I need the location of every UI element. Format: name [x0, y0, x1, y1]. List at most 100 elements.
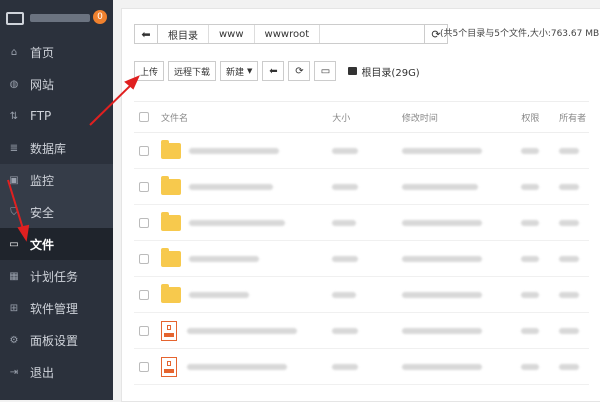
table-row[interactable] [134, 205, 589, 241]
owner-cell [559, 327, 589, 334]
sidebar-item-label: 面板设置 [30, 333, 79, 348]
table-row[interactable] [134, 241, 589, 277]
path-bar: ⬅ 根目录 www wwwroot ⟳ [134, 24, 448, 44]
shield-icon: ⛉ [10, 206, 18, 218]
time-cell [401, 363, 521, 370]
sidebar-item-label: 网站 [30, 77, 55, 92]
time-cell [401, 255, 521, 262]
table-row[interactable] [134, 169, 589, 205]
column-size[interactable]: 大小 [332, 111, 402, 124]
file-table: 文件名 大小 修改时间 权限 所有者 [134, 101, 589, 385]
directory-summary: (共5个目录与5个文件,大小:763.67 MB 获取) [440, 26, 600, 39]
sidebar-item-database[interactable]: ≣ 数据库 [0, 132, 113, 164]
chevron-down-icon: ▼ [247, 67, 253, 75]
file-name-cell[interactable] [160, 211, 332, 231]
disk-root-info[interactable]: 根目录(29G) [348, 64, 420, 79]
breadcrumb-www[interactable]: www [209, 25, 255, 43]
terminal-button[interactable]: ▭ [314, 61, 337, 81]
file-name-cell[interactable] [160, 320, 332, 341]
row-checkbox[interactable] [139, 217, 149, 228]
row-checkbox[interactable] [139, 253, 149, 264]
column-name[interactable]: 文件名 [161, 111, 332, 124]
sidebar-item-files[interactable]: ▭ 文件 [0, 228, 113, 260]
blurred-text [559, 219, 580, 226]
back-arrow-icon[interactable]: ⬅ [135, 25, 158, 43]
column-permission: 权限 [521, 113, 540, 124]
file-name-cell[interactable] [160, 356, 332, 377]
file-manager-panel: ⬅ 根目录 www wwwroot ⟳ (共5个目录与5个文件,大小:763.6… [121, 8, 600, 402]
row-checkbox[interactable] [139, 181, 149, 192]
blurred-text [521, 219, 540, 226]
time-cell [401, 147, 521, 154]
file-name-cell[interactable] [160, 247, 332, 267]
table-row[interactable] [134, 277, 589, 313]
file-toolbar: 上传 远程下载 新建 ▼ ⬅ ⟳ ▭ 根目录(29G) [134, 60, 420, 82]
blurred-text [401, 291, 482, 298]
size-cell [332, 219, 402, 226]
table-row[interactable] [134, 349, 589, 385]
new-dropdown-button[interactable]: 新建 ▼ [220, 61, 259, 81]
owner-cell [559, 183, 589, 190]
row-checkbox[interactable] [139, 145, 149, 156]
sidebar-item-settings[interactable]: ⚙ 面板设置 [0, 324, 113, 356]
refresh-icon: ⟳ [295, 65, 304, 77]
back-arrow-icon: ⬅ [269, 65, 278, 77]
grid-icon: ⊞ [9, 302, 19, 314]
perm-cell [521, 183, 559, 190]
ftp-icon: ⇅ [9, 110, 19, 122]
owner-cell [559, 147, 589, 154]
file-name-cell[interactable] [160, 139, 332, 159]
sidebar: 0 ⌂ 首页 ◍ 网站 ⇅ FTP ≣ 数据库 ▣ 监控 ⛉ 安全 ▭ 文件 ▦ 计划任务 ⊞ 软… [0, 0, 113, 400]
sidebar-item-home[interactable]: ⌂ 首页 [0, 36, 113, 68]
back-button[interactable]: ⬅ [262, 61, 285, 81]
blurred-text [186, 363, 287, 370]
disk-label: 根目录(29G) [361, 67, 420, 79]
time-cell [401, 219, 521, 226]
file-name-cell[interactable] [160, 175, 332, 195]
blurred-text [332, 147, 359, 154]
upload-button[interactable]: 上传 [134, 61, 165, 81]
server-name-blurred [30, 14, 90, 22]
sidebar-item-monitor[interactable]: ▣ 监控 [0, 164, 113, 196]
select-all-checkbox[interactable] [139, 112, 149, 122]
refresh-button[interactable]: ⟳ [288, 61, 311, 81]
owner-cell [559, 363, 589, 370]
sidebar-item-software[interactable]: ⊞ 软件管理 [0, 292, 113, 324]
file-name-cell[interactable] [160, 283, 332, 303]
blurred-text [401, 327, 482, 334]
perm-cell [521, 147, 559, 154]
table-row[interactable] [134, 133, 589, 169]
blurred-text [521, 255, 540, 262]
column-time[interactable]: 修改时间 [402, 111, 521, 124]
file-icon [160, 320, 177, 341]
size-cell [332, 363, 402, 370]
blurred-text [559, 363, 580, 370]
blurred-text [188, 147, 279, 154]
table-header: 文件名 大小 修改时间 权限 所有者 [134, 101, 589, 133]
time-cell [401, 327, 521, 334]
size-cell [332, 327, 402, 334]
row-checkbox[interactable] [139, 325, 149, 336]
breadcrumb-root[interactable]: 根目录 [158, 25, 209, 43]
table-row[interactable] [134, 313, 589, 349]
row-checkbox[interactable] [139, 361, 149, 372]
sidebar-item-security[interactable]: ⛉ 安全 [0, 196, 113, 228]
folder-icon [160, 211, 181, 231]
folder-icon [160, 283, 181, 303]
sidebar-item-ftp[interactable]: ⇅ FTP [0, 100, 113, 132]
sidebar-item-logout[interactable]: ⇥ 退出 [0, 356, 113, 388]
sidebar-item-label: 安全 [30, 205, 55, 220]
remote-download-button[interactable]: 远程下载 [168, 61, 217, 81]
row-checkbox[interactable] [139, 289, 149, 300]
calendar-icon: ▦ [9, 270, 19, 282]
sidebar-item-cron[interactable]: ▦ 计划任务 [0, 260, 113, 292]
sidebar-item-label: 首页 [30, 45, 55, 60]
notification-badge[interactable]: 0 [93, 10, 107, 24]
breadcrumb-wwwroot[interactable]: wwwroot [255, 25, 321, 43]
sidebar-item-sites[interactable]: ◍ 网站 [0, 68, 113, 100]
size-cell [332, 291, 402, 298]
blurred-text [401, 183, 478, 190]
perm-cell [521, 219, 559, 226]
monitor-icon: ▣ [9, 174, 19, 186]
gear-icon: ⚙ [9, 334, 19, 346]
